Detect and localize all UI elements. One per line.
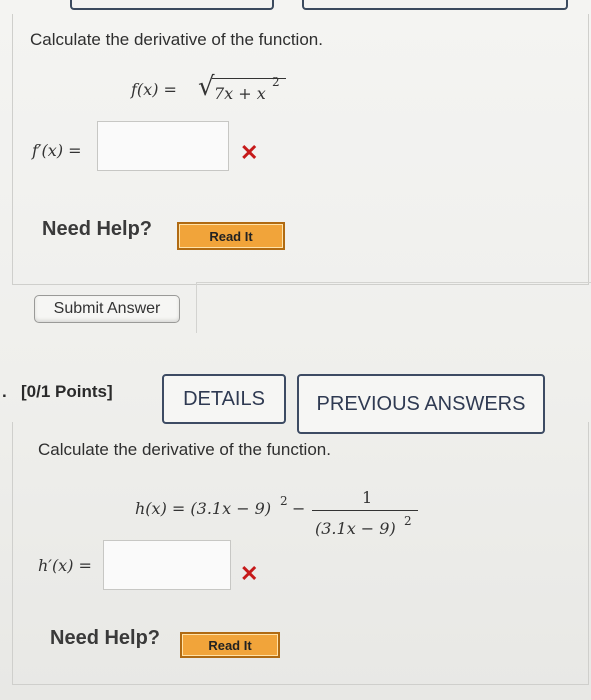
q1-incorrect-icon: ✕ xyxy=(240,140,259,165)
submit-answer-button[interactable]: Submit Answer xyxy=(34,295,180,323)
q1-need-help: Need Help? xyxy=(42,218,153,240)
q2-prompt: Calculate the derivative of the function… xyxy=(38,440,331,459)
q2-answer-label: h′(x) = xyxy=(38,556,92,575)
q2-numerator: 1 xyxy=(362,488,373,507)
q2-read-it-button[interactable]: Read It xyxy=(180,632,280,658)
q1-function-lhs: f(x) = xyxy=(131,80,177,99)
q2-denominator-exponent: 2 xyxy=(404,514,412,528)
q2-answer-input[interactable] xyxy=(103,540,231,590)
details-button[interactable]: DETAILS xyxy=(162,374,286,424)
top-partial-button-right[interactable] xyxy=(302,0,568,10)
sqrt-symbol: √ xyxy=(198,72,215,102)
q2-function-exponent: 2 xyxy=(280,494,288,508)
q2-points: [0/1 Points] xyxy=(21,382,113,401)
q1-prompt: Calculate the derivative of the function… xyxy=(30,30,323,49)
top-partial-button-left[interactable] xyxy=(70,0,274,10)
q2-denominator: (3.1x − 9) xyxy=(315,519,396,538)
q1-radicand-exponent: 2 xyxy=(272,75,280,89)
q1-read-it-button[interactable]: Read It xyxy=(177,222,285,250)
q2-function-lhs: h(x) = (3.1x − 9) xyxy=(135,499,272,518)
q2-number: . xyxy=(2,382,7,401)
q2-fraction-line xyxy=(312,510,418,511)
q2-incorrect-icon: ✕ xyxy=(240,561,259,586)
page: Calculate the derivative of the function… xyxy=(0,0,591,700)
question-1-footer-panel xyxy=(196,282,591,333)
q2-need-help: Need Help? xyxy=(50,627,161,649)
q1-radicand: 7x + x xyxy=(214,84,266,103)
q2-minus: − xyxy=(292,499,306,518)
q1-answer-input[interactable] xyxy=(97,121,229,171)
q1-answer-label: f′(x) = xyxy=(32,141,82,160)
